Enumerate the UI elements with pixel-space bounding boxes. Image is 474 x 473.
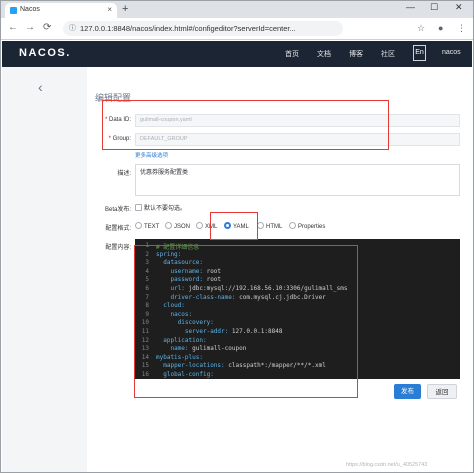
more-options-link[interactable]: 更多高级选项 [135,151,168,159]
nacos-logo[interactable]: NACOS. [19,47,71,59]
annotation-box-content [134,245,358,398]
language-toggle[interactable]: En [413,45,426,61]
url-input[interactable]: ⓘ 127.0.0.1:8848/nacos/index.html#/confi… [63,21,343,36]
publish-button[interactable]: 发布 [394,384,421,399]
url-text: 127.0.0.1:8848/nacos/index.html#/confige… [80,24,296,33]
back-arrow-icon[interactable]: ← [8,22,18,33]
nav-blog[interactable]: 博客 [349,49,363,59]
annotation-box-id-group [102,100,389,150]
close-window-icon[interactable]: ✕ [455,2,463,13]
menu-icon[interactable]: ⋮ [457,23,466,34]
nav-home[interactable]: 首页 [285,49,299,59]
minimize-icon[interactable]: — [406,2,415,12]
left-rail: ‹ [2,67,87,472]
user-name[interactable]: nacos [442,49,461,56]
return-button[interactable]: 返回 [427,384,457,399]
radio-icon [257,222,264,229]
site-info-icon[interactable]: ⓘ [69,21,76,36]
format-option-json[interactable]: JSON [165,222,190,230]
content-label: 配置内容: [105,245,131,251]
format-option-properties[interactable]: Properties [289,222,325,230]
radio-icon [289,222,296,229]
beta-checkbox-label: 默认不要勾选。 [144,206,187,212]
browser-tab[interactable]: Nacos × [5,3,117,18]
radio-icon [165,222,172,229]
format-option-text[interactable]: TEXT [135,222,159,230]
account-icon[interactable]: ● [438,23,443,33]
new-tab-icon[interactable]: + [122,3,128,15]
beta-checkbox[interactable]: 默认不要勾选。 [135,203,186,212]
reload-icon[interactable]: ⟳ [43,22,51,33]
chevron-left-icon[interactable]: ‹ [38,79,43,95]
browser-window: Nacos × + — ☐ ✕ ← → ⟳ ⓘ 127.0.0.1:8848/n… [0,0,474,473]
radio-icon [196,222,203,229]
format-option-html[interactable]: HTML [257,222,282,230]
nacos-header: NACOS. 首页 文档 博客 社区 En nacos [2,41,472,67]
tab-title: Nacos [20,6,40,13]
description-label: 描述: [117,171,131,177]
star-icon[interactable]: ☆ [417,23,425,34]
tab-strip: Nacos × + — ☐ ✕ [1,1,473,18]
checkbox-icon [135,204,142,211]
beta-label: Beta发布: [104,207,131,213]
nacos-favicon-icon [10,7,17,14]
address-bar: ← → ⟳ ⓘ 127.0.0.1:8848/nacos/index.html#… [1,18,473,40]
forward-arrow-icon[interactable]: → [25,22,35,33]
watermark: https://blog.csdn.net/u_40525743 [346,462,428,468]
maximize-icon[interactable]: ☐ [430,2,438,13]
radio-icon [135,222,142,229]
nav-docs[interactable]: 文档 [317,49,331,59]
format-label: 配置格式: [105,226,131,232]
tab-close-icon[interactable]: × [107,5,112,14]
nav-community[interactable]: 社区 [381,49,395,59]
annotation-box-yaml [210,212,258,240]
description-textarea[interactable]: 优惠券服务配置类 [135,164,460,196]
